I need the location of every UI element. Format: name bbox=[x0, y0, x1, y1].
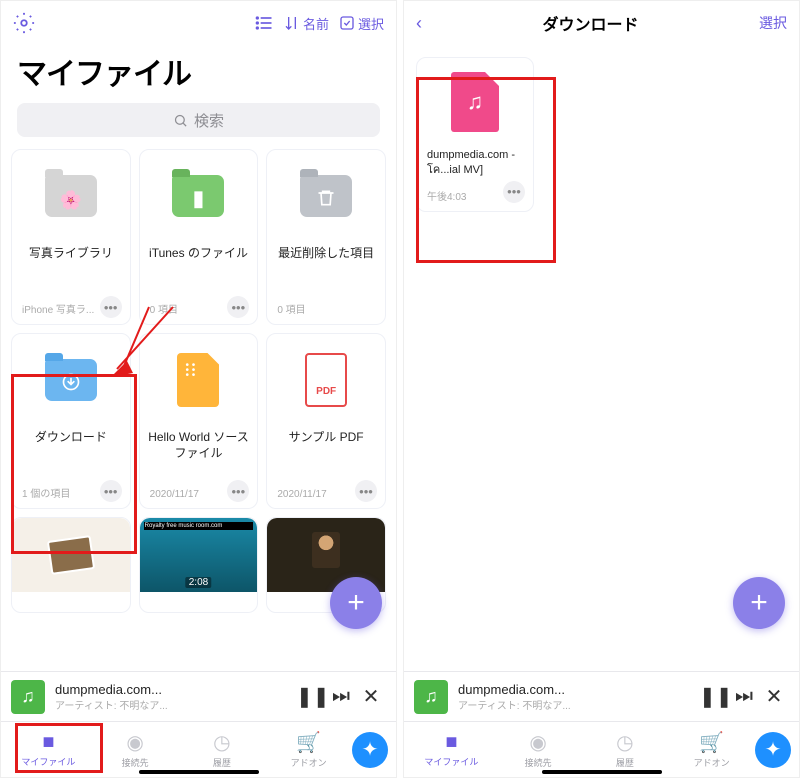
music-artwork-icon: ♫ bbox=[11, 680, 45, 714]
tabbar: ■ マイファイル ◉ 接続先 ◷ 履歴 🛒 アドオン ✦ bbox=[404, 721, 799, 777]
card-label: iTunes のファイル bbox=[143, 246, 254, 278]
downloads-content: ♫ dumpmedia.com - โค...ial MV] 午後4:03 ••… bbox=[404, 45, 799, 671]
more-icon[interactable]: ••• bbox=[227, 480, 249, 502]
home-indicator bbox=[139, 770, 259, 774]
download-item[interactable]: ♫ dumpmedia.com - โค...ial MV] 午後4:03 ••… bbox=[416, 57, 534, 212]
navbar: ‹ ダウンロード 選択 bbox=[404, 1, 799, 45]
card-label: Hello World ソースファイル bbox=[140, 430, 258, 462]
wifi-icon: ◉ bbox=[529, 730, 546, 755]
search-input[interactable]: 検索 bbox=[17, 103, 380, 137]
more-icon[interactable]: ••• bbox=[100, 296, 122, 318]
folder-icon: ■ bbox=[445, 731, 457, 754]
page-title: マイファイル bbox=[1, 45, 396, 103]
card-label: 最近削除した項目 bbox=[272, 246, 380, 278]
sort-label: 名前 bbox=[303, 14, 329, 33]
music-file-icon: ♫ bbox=[451, 72, 499, 132]
itunes-folder-icon: ▮ bbox=[172, 175, 224, 217]
home-indicator bbox=[542, 770, 662, 774]
more-icon[interactable]: ••• bbox=[355, 480, 377, 502]
video-thumbnail-icon: Royalty free music room.com 2:08 bbox=[140, 518, 258, 592]
player-title: dumpmedia.com... bbox=[55, 682, 296, 697]
pause-icon[interactable]: ❚❚ bbox=[296, 684, 326, 709]
select-button[interactable]: 選択 bbox=[339, 14, 384, 33]
card-itunes-files[interactable]: ▮ iTunes のファイル 0 項目 ••• bbox=[139, 149, 259, 325]
player-title: dumpmedia.com... bbox=[458, 682, 699, 697]
item-label: dumpmedia.com - โค...ial MV] bbox=[427, 148, 523, 178]
card-image-1[interactable] bbox=[11, 517, 131, 613]
card-meta: 1 個の項目 bbox=[22, 485, 70, 500]
add-button[interactable]: + bbox=[330, 577, 382, 629]
more-icon[interactable]: ••• bbox=[503, 181, 525, 203]
select-button[interactable]: 選択 bbox=[759, 13, 787, 33]
tabbar: ■ マイファイル ◉ 接続先 ◷ 履歴 🛒 アドオン ✦ bbox=[1, 721, 396, 777]
tab-my-files[interactable]: ■ マイファイル bbox=[5, 731, 92, 768]
card-hello-world[interactable]: • •• •• • Hello World ソースファイル 2020/11/17… bbox=[139, 333, 259, 509]
zip-file-icon: • •• •• • bbox=[177, 353, 219, 407]
player-artist: アーティスト: 不明なア... bbox=[458, 697, 699, 712]
card-label: サンプル PDF bbox=[283, 430, 370, 462]
tab-addon[interactable]: 🛒 アドオン bbox=[668, 730, 755, 769]
history-icon: ◷ bbox=[213, 730, 230, 755]
cart-icon: 🛒 bbox=[699, 730, 724, 755]
music-artwork-icon: ♫ bbox=[414, 680, 448, 714]
card-video-1[interactable]: Royalty free music room.com 2:08 bbox=[139, 517, 259, 613]
more-icon[interactable]: ••• bbox=[227, 296, 249, 318]
tab-history[interactable]: ◷ 履歴 bbox=[179, 730, 266, 769]
nav-title: ダウンロード bbox=[422, 11, 759, 35]
downloads-folder-icon bbox=[45, 359, 97, 401]
card-label: 写真ライブラリ bbox=[23, 246, 119, 278]
card-meta: 0 項目 bbox=[277, 301, 305, 316]
card-photos-library[interactable]: 🌸 写真ライブラリ iPhone 写真ラ... ••• bbox=[11, 149, 131, 325]
pdf-file-icon: PDF bbox=[305, 353, 347, 407]
tab-connect[interactable]: ◉ 接続先 bbox=[92, 730, 179, 769]
cart-icon: 🛒 bbox=[296, 730, 321, 755]
screen-my-files: 名前 選択 マイファイル 検索 🌸 写真ライブラリ iPhone 写真ラ... … bbox=[0, 0, 397, 778]
safari-button[interactable]: ✦ bbox=[352, 732, 388, 768]
folder-icon: ■ bbox=[42, 731, 54, 754]
mini-player[interactable]: ♫ dumpmedia.com... アーティスト: 不明なア... ❚❚ ⏭ … bbox=[1, 671, 396, 721]
safari-button[interactable]: ✦ bbox=[755, 732, 791, 768]
card-meta: 2020/11/17 bbox=[150, 489, 199, 500]
trash-folder-icon bbox=[300, 175, 352, 217]
pause-icon[interactable]: ❚❚ bbox=[699, 684, 729, 709]
settings-icon[interactable] bbox=[13, 12, 35, 34]
more-icon[interactable]: ••• bbox=[100, 480, 122, 502]
card-sample-pdf[interactable]: PDF サンプル PDF 2020/11/17 ••• bbox=[266, 333, 386, 509]
card-meta: 0 項目 bbox=[150, 301, 178, 316]
close-icon[interactable]: ✕ bbox=[356, 684, 386, 709]
image-thumbnail-icon bbox=[12, 518, 130, 592]
tab-addon[interactable]: 🛒 アドオン bbox=[265, 730, 352, 769]
history-icon: ◷ bbox=[616, 730, 633, 755]
tab-history[interactable]: ◷ 履歴 bbox=[582, 730, 669, 769]
select-label: 選択 bbox=[358, 14, 384, 33]
add-button[interactable]: + bbox=[733, 577, 785, 629]
player-artist: アーティスト: 不明なア... bbox=[55, 697, 296, 712]
photos-folder-icon: 🌸 bbox=[45, 175, 97, 217]
search-placeholder: 検索 bbox=[194, 110, 224, 131]
tab-my-files[interactable]: ■ マイファイル bbox=[408, 731, 495, 768]
next-track-icon[interactable]: ⏭ bbox=[326, 685, 356, 708]
next-track-icon[interactable]: ⏭ bbox=[729, 685, 759, 708]
screen-downloads: ‹ ダウンロード 選択 ♫ dumpmedia.com - โค...ial M… bbox=[403, 0, 800, 778]
card-meta: iPhone 写真ラ... bbox=[22, 301, 94, 316]
search-icon bbox=[173, 113, 188, 128]
card-recently-deleted[interactable]: 最近削除した項目 0 項目 bbox=[266, 149, 386, 325]
view-list-icon[interactable] bbox=[254, 13, 274, 33]
sort-button[interactable]: 名前 bbox=[284, 14, 329, 33]
close-icon[interactable]: ✕ bbox=[759, 684, 789, 709]
tab-connect[interactable]: ◉ 接続先 bbox=[495, 730, 582, 769]
topbar: 名前 選択 bbox=[1, 1, 396, 45]
mini-player[interactable]: ♫ dumpmedia.com... アーティスト: 不明なア... ❚❚ ⏭ … bbox=[404, 671, 799, 721]
card-meta: 2020/11/17 bbox=[277, 489, 326, 500]
card-downloads[interactable]: ダウンロード 1 個の項目 ••• bbox=[11, 333, 131, 509]
card-label: ダウンロード bbox=[29, 430, 113, 462]
wifi-icon: ◉ bbox=[126, 730, 143, 755]
